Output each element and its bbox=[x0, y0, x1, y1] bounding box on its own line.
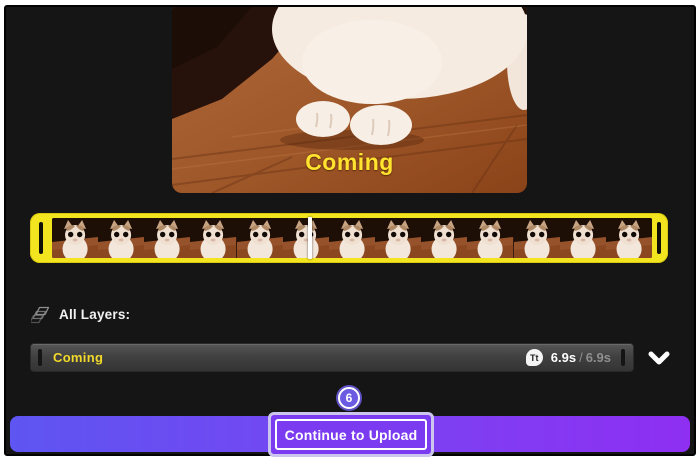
trim-handle-right[interactable] bbox=[657, 222, 661, 254]
filmstrip-frame-thumbnail bbox=[52, 218, 99, 258]
continue-upload-highlight: Continue to Upload bbox=[268, 412, 434, 457]
preview-canvas[interactable]: Coming bbox=[172, 7, 527, 193]
filmstrip-frame-thumbnail bbox=[190, 218, 237, 258]
layer-trim-handle-left[interactable] bbox=[38, 349, 42, 366]
filmstrip-frame-thumbnail bbox=[467, 218, 514, 258]
filmstrip-frame-thumbnail bbox=[375, 218, 422, 258]
layer-duration-total: 6.9s bbox=[585, 350, 611, 365]
layer-duration-current: 6.9s bbox=[550, 350, 577, 365]
all-layers-header: All Layers: bbox=[31, 303, 130, 325]
timeline-filmstrip[interactable] bbox=[30, 213, 668, 263]
layers-icon bbox=[31, 306, 50, 323]
preview-caption-text[interactable]: Coming bbox=[172, 149, 527, 176]
layer-label: Coming bbox=[53, 350, 104, 365]
chevron-down-icon[interactable] bbox=[648, 351, 670, 365]
filmstrip-frames bbox=[52, 218, 652, 258]
filmstrip-frame-thumbnail bbox=[282, 218, 329, 258]
trim-handle-left[interactable] bbox=[39, 222, 43, 254]
step-annotation-badge: 6 bbox=[338, 387, 360, 409]
filmstrip-frame-thumbnail bbox=[144, 218, 191, 258]
layer-duration-separator: / bbox=[579, 350, 583, 365]
filmstrip-frame-thumbnail bbox=[236, 218, 283, 258]
all-layers-label: All Layers: bbox=[59, 306, 131, 322]
layer-trim-handle-right[interactable] bbox=[621, 349, 625, 366]
filmstrip-frame-thumbnail bbox=[605, 218, 652, 258]
filmstrip-frame-thumbnail bbox=[328, 218, 376, 258]
text-layer-badge: Tt bbox=[525, 349, 543, 366]
continue-to-upload-button[interactable]: Continue to Upload bbox=[275, 419, 427, 450]
filmstrip-frame-thumbnail bbox=[98, 218, 145, 258]
editor-window: Coming All Layers: Coming Tt 6.9s / 6.9s… bbox=[4, 5, 696, 457]
filmstrip-frame-thumbnail bbox=[513, 218, 560, 258]
filmstrip-frame-thumbnail bbox=[559, 218, 606, 258]
layer-row-coming[interactable]: Coming Tt 6.9s / 6.9s bbox=[30, 343, 634, 372]
filmstrip-frame-thumbnail bbox=[421, 218, 468, 258]
playhead[interactable] bbox=[308, 217, 312, 259]
